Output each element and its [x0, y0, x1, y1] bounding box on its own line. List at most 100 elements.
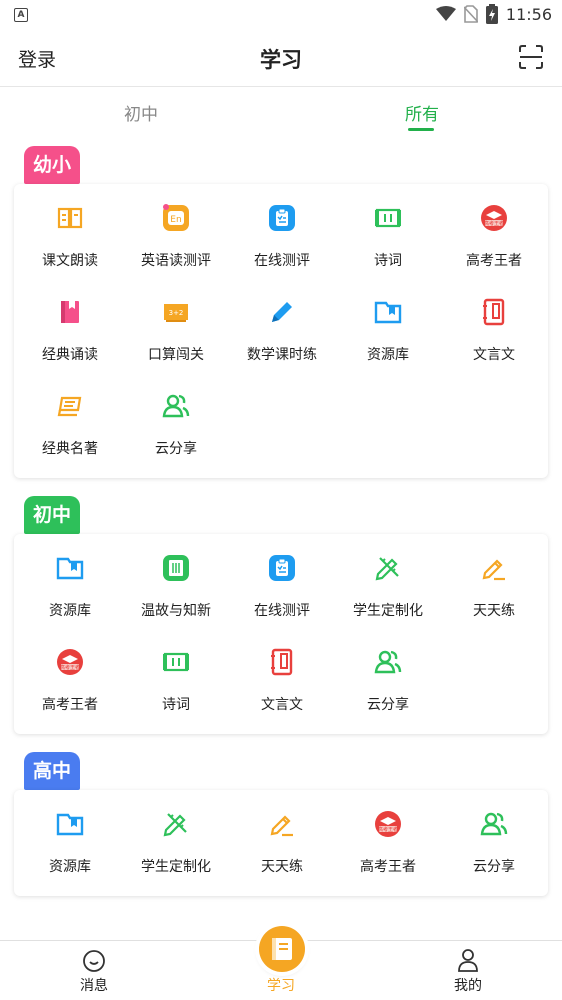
- level-tabs: 初中 所有: [0, 86, 562, 136]
- feature-label: 云分享: [155, 441, 197, 457]
- book-open-icon: [56, 204, 84, 232]
- book-icon: [272, 938, 292, 960]
- feature-item[interactable]: 学生定制化: [123, 796, 229, 890]
- edit-icon: [268, 810, 296, 838]
- feature-label: 学生定制化: [353, 603, 423, 619]
- status-indicators: 11:56: [435, 4, 552, 24]
- feature-item[interactable]: 资源库: [17, 796, 123, 890]
- feature-item[interactable]: 高考王者: [17, 634, 123, 728]
- feature-label: 温故与知新: [141, 603, 211, 619]
- feature-item[interactable]: 文言文: [441, 284, 547, 378]
- clock: 11:56: [505, 4, 552, 24]
- scan-icon[interactable]: [518, 44, 544, 70]
- feature-label: 英语读测评: [141, 253, 211, 269]
- section-badge: 幼小: [24, 146, 81, 184]
- nav-label: 我的: [454, 978, 482, 994]
- feature-label: 资源库: [367, 347, 409, 363]
- green-book-icon: [162, 554, 190, 582]
- folder-icon: [56, 554, 84, 582]
- feature-item[interactable]: 英语读测评: [123, 190, 229, 284]
- section-senior-high: 高中 资源库 学生定制化 天天练 高考王者 云分享: [0, 752, 562, 898]
- feature-label: 天天练: [473, 603, 515, 619]
- study-fab[interactable]: [259, 926, 305, 972]
- feature-item[interactable]: 诗词: [123, 634, 229, 728]
- tab-junior-high[interactable]: 初中: [124, 100, 158, 125]
- wifi-icon: [435, 6, 456, 21]
- feature-item[interactable]: 数学课时练: [229, 284, 335, 378]
- feature-item[interactable]: 口算闯关: [123, 284, 229, 378]
- nav-label: 消息: [80, 978, 108, 994]
- feature-label: 经典诵读: [42, 347, 98, 363]
- feature-item[interactable]: 资源库: [335, 284, 441, 378]
- feature-label: 高考王者: [466, 253, 522, 269]
- feature-label: 资源库: [49, 859, 91, 875]
- pencil-icon: [268, 298, 296, 326]
- smile-icon: [83, 950, 105, 972]
- feature-item[interactable]: 云分享: [123, 378, 229, 472]
- graduation-cap-icon: [480, 204, 508, 232]
- battery-icon: [485, 4, 498, 24]
- feature-label: 诗词: [162, 697, 190, 713]
- feature-item[interactable]: 课文朗读: [17, 190, 123, 284]
- edit-icon: [480, 554, 508, 582]
- app-notification-icon: A: [14, 8, 28, 22]
- no-sim-icon: [463, 5, 478, 23]
- section-junior-high: 初中 资源库 温故与知新 在线测评 学生定制化 天天练 高考王者 诗词 文言文 …: [0, 496, 562, 736]
- feature-label: 数学课时练: [247, 347, 317, 363]
- feature-label: 文言文: [473, 347, 515, 363]
- feature-item[interactable]: 诗词: [335, 190, 441, 284]
- scroll-icon: [374, 204, 402, 232]
- graduation-cap-icon: [56, 648, 84, 676]
- feature-item[interactable]: 高考王者: [335, 796, 441, 890]
- feature-item[interactable]: 文言文: [229, 634, 335, 728]
- pencil-ruler-icon: [374, 554, 402, 582]
- feature-item[interactable]: 天天练: [441, 540, 547, 634]
- feature-label: 诗词: [374, 253, 402, 269]
- feature-label: 经典名著: [42, 441, 98, 457]
- feature-label: 文言文: [261, 697, 303, 713]
- clipboard-icon: [268, 204, 296, 232]
- feature-item[interactable]: 在线测评: [229, 190, 335, 284]
- feature-label: 高考王者: [42, 697, 98, 713]
- feature-label: 在线测评: [254, 253, 310, 269]
- english-en-icon: [162, 204, 190, 232]
- tab-all[interactable]: 所有: [405, 100, 439, 125]
- nav-label: 学习: [267, 978, 295, 994]
- feature-item[interactable]: 云分享: [335, 634, 441, 728]
- person-icon: [458, 949, 478, 972]
- section-kindergarten-primary: 幼小 课文朗读 英语读测评 在线测评 诗词 高考王者 经典诵读 口算闯关 数学课…: [0, 146, 562, 480]
- notebook-icon: [268, 648, 296, 676]
- folder-icon: [56, 810, 84, 838]
- feature-card: 课文朗读 英语读测评 在线测评 诗词 高考王者 经典诵读 口算闯关 数学课时练 …: [14, 184, 548, 478]
- feature-item[interactable]: 高考王者: [441, 190, 547, 284]
- feature-item[interactable]: 经典诵读: [17, 284, 123, 378]
- feature-label: 云分享: [473, 859, 515, 875]
- status-bar: A 11:56: [0, 0, 562, 30]
- scroll-icon: [162, 648, 190, 676]
- pencil-ruler-icon: [162, 810, 190, 838]
- red-book-icon: [56, 298, 84, 326]
- feature-card: 资源库 学生定制化 天天练 高考王者 云分享: [14, 790, 548, 896]
- feature-item[interactable]: 在线测评: [229, 540, 335, 634]
- app-header: 登录 学习: [0, 30, 562, 87]
- feature-label: 课文朗读: [42, 253, 98, 269]
- feature-label: 在线测评: [254, 603, 310, 619]
- blackboard-icon: [162, 298, 190, 326]
- section-badge: 高中: [24, 752, 81, 790]
- users-icon: [480, 810, 508, 838]
- notebook-icon: [480, 298, 508, 326]
- feature-item[interactable]: 经典名著: [17, 378, 123, 472]
- users-icon: [374, 648, 402, 676]
- feature-item[interactable]: 天天练: [229, 796, 335, 890]
- nav-messages[interactable]: 消息: [34, 941, 154, 1000]
- feature-label: 天天练: [261, 859, 303, 875]
- page-title: 学习: [260, 48, 302, 72]
- nav-mine[interactable]: 我的: [408, 941, 528, 1000]
- feature-card: 资源库 温故与知新 在线测评 学生定制化 天天练 高考王者 诗词 文言文 云分享: [14, 534, 548, 734]
- feature-item[interactable]: 学生定制化: [335, 540, 441, 634]
- feature-label: 口算闯关: [148, 347, 204, 363]
- feature-item[interactable]: 温故与知新: [123, 540, 229, 634]
- feature-item[interactable]: 资源库: [17, 540, 123, 634]
- feature-item[interactable]: 云分享: [441, 796, 547, 890]
- graduation-cap-icon: [374, 810, 402, 838]
